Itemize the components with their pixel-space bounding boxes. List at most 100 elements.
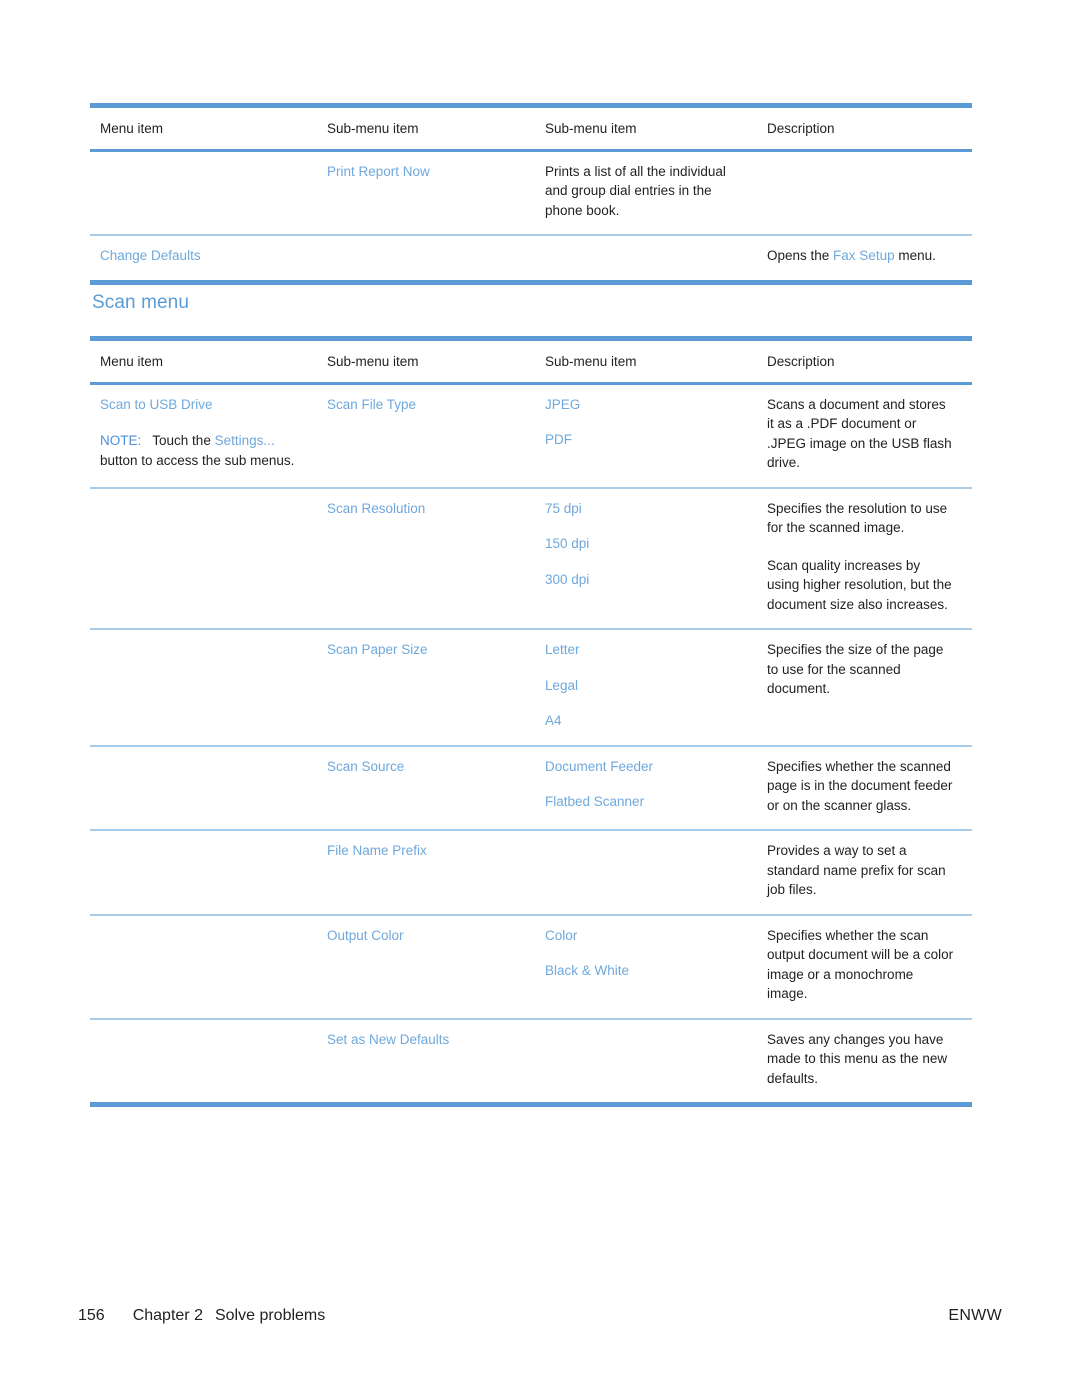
page-title: Scan menu [92,292,190,313]
footer-right-label: ENWW [948,1307,1002,1324]
note-label: NOTE: [100,433,142,448]
table-row: Output Color Color Black & White Specifi… [90,913,972,1019]
table-header-row: Menu item Sub-menu item Sub-menu item De… [90,338,972,385]
desc-text-post: menu. [894,248,936,263]
cell-sub-menu-2-empty [535,234,757,282]
description-paragraph: Specifies whether the scanned page is in… [767,758,953,813]
cell-menu-item-empty [90,913,317,1019]
column-header-menu-item: Menu item [90,338,317,385]
cell-description-scan-resolution: Specifies the resolution to use for the … [757,486,972,629]
scan-table-header: Menu item Sub-menu item Sub-menu item De… [90,338,972,385]
chapter-title: Solve problems [214,1307,326,1324]
column-header-description: Description [757,338,972,385]
description-paragraph: Specifies whether the scan output docume… [767,927,954,1002]
cell-description-print-report-now: Prints a list of all the individual and … [545,163,726,218]
cell-sub-menu-set-as-new-defaults[interactable]: Set as New Defaults [317,1017,535,1105]
option-document-feeder[interactable]: Document Feeder [545,759,653,774]
desc-link-fax-setup[interactable]: Fax Setup [833,248,895,263]
table-row: Scan Source Document Feeder Flatbed Scan… [90,744,972,830]
option-letter[interactable]: Letter [545,642,580,657]
cell-menu-item-change-defaults[interactable]: Change Defaults [90,234,317,282]
menu-link-scan-to-usb-drive[interactable]: Scan to USB Drive [100,397,213,412]
option-black-and-white[interactable]: Black & White [545,963,629,978]
cell-sub-menu-2-paper-sizes: Letter Legal A4 [535,628,757,746]
cell-sub-menu-2-empty [535,1017,757,1105]
note-link-settings[interactable]: Settings... [215,433,275,448]
scan-menu-table: Menu item Sub-menu item Sub-menu item De… [90,336,972,1107]
option-150-dpi[interactable]: 150 dpi [545,536,589,551]
description-paragraph: Provides a way to set a standard name pr… [767,843,946,897]
document-page: Menu item Sub-menu item Sub-menu item De… [0,0,1080,1397]
description-paragraph: Scans a document and stores it as a .PDF… [767,396,952,471]
note-text-tail: button to access the sub menus. [100,452,295,468]
note-text-mid: Touch the [152,433,215,448]
fax-menu-table: Menu item Sub-menu item Sub-menu item De… [90,103,972,285]
cell-description-output-color: Specifies whether the scan output docume… [757,913,972,1019]
table-row: Set as New Defaults Saves any changes yo… [90,1017,972,1105]
column-header-sub-menu-item-2: Sub-menu item [535,105,757,152]
description-paragraph: Scan quality increases by using higher r… [767,557,952,612]
cell-sub-menu-output-color[interactable]: Output Color [317,913,535,1019]
option-legal[interactable]: Legal [545,678,578,693]
option-pdf[interactable]: PDF [545,432,572,447]
cell-description-set-as-new-defaults: Saves any changes you have made to this … [757,1017,972,1105]
page-footer: 156 Chapter 2 Solve problems ENWW [78,1307,1002,1333]
cell-menu-item [90,150,317,235]
cell-description-change-defaults: Opens the Fax Setup menu. [757,234,972,282]
cell-sub-menu-scan-file-type[interactable]: Scan File Type [317,383,535,488]
option-75-dpi[interactable]: 75 dpi [545,501,582,516]
cell-sub-menu-2-sources: Document Feeder Flatbed Scanner [535,744,757,830]
cell-sub-menu-2-resolutions: 75 dpi 150 dpi 300 dpi [535,486,757,629]
description-paragraph: Specifies the resolution to use for the … [767,500,948,536]
page-number: 156 [78,1307,105,1324]
table-row: Change Defaults Opens the Fax Setup menu… [90,234,972,282]
fax-table-body: Print Report Now Prints a list of all th… [90,150,972,282]
cell-sub-menu-print-report-now[interactable]: Print Report Now [317,150,535,235]
cell-sub-menu-scan-source[interactable]: Scan Source [317,744,535,830]
table-header-row: Menu item Sub-menu item Sub-menu item De… [90,105,972,152]
scan-table-body: Scan to USB Drive NOTE: Touch the Settin… [90,383,972,1105]
description-paragraph: Specifies the size of the page to use fo… [767,642,944,696]
option-jpeg[interactable]: JPEG [545,397,580,412]
column-header-sub-menu-item-2: Sub-menu item [535,338,757,385]
footer-left-group: 156 Chapter 2 Solve problems [78,1307,325,1325]
cell-sub-menu-scan-paper-size[interactable]: Scan Paper Size [317,628,535,746]
cell-sub-menu-scan-resolution[interactable]: Scan Resolution [317,486,535,629]
chapter-label: Chapter 2 [132,1307,203,1324]
option-300-dpi[interactable]: 300 dpi [545,572,589,587]
cell-sub-menu-file-name-prefix[interactable]: File Name Prefix [317,829,535,915]
table-row: Scan to USB Drive NOTE: Touch the Settin… [90,383,972,488]
table-row: Print Report Now Prints a list of all th… [90,150,972,235]
option-color[interactable]: Color [545,928,577,943]
desc-text-pre: Opens the [767,248,834,263]
cell-description-scan-paper-size: Specifies the size of the page to use fo… [757,628,972,746]
column-header-sub-menu-item-1: Sub-menu item [317,338,535,385]
cell-description-scan-source: Specifies whether the scanned page is in… [757,744,972,830]
cell-menu-item-empty [90,744,317,830]
cell-menu-item-empty [90,829,317,915]
cell-menu-item-empty [90,628,317,746]
cell-menu-item-empty [90,486,317,629]
column-header-menu-item: Menu item [90,105,317,152]
cell-description-empty [757,150,972,235]
note-block: NOTE: Touch the Settings... button to ac… [100,433,294,468]
column-header-sub-menu-item-1: Sub-menu item [317,105,535,152]
table-row: Scan Paper Size Letter Legal A4 Specifie… [90,628,972,746]
fax-table-header: Menu item Sub-menu item Sub-menu item De… [90,105,972,152]
option-a4[interactable]: A4 [545,713,562,728]
table-row: File Name Prefix Provides a way to set a… [90,829,972,915]
option-flatbed-scanner[interactable]: Flatbed Scanner [545,794,644,809]
description-paragraph: Saves any changes you have made to this … [767,1031,948,1086]
cell-description-file-name-prefix: Provides a way to set a standard name pr… [757,829,972,915]
cell-description-scan-to-usb: Scans a document and stores it as a .PDF… [757,383,972,488]
cell-sub-menu-empty [317,234,535,282]
cell-sub-menu-2-colors: Color Black & White [535,913,757,1019]
